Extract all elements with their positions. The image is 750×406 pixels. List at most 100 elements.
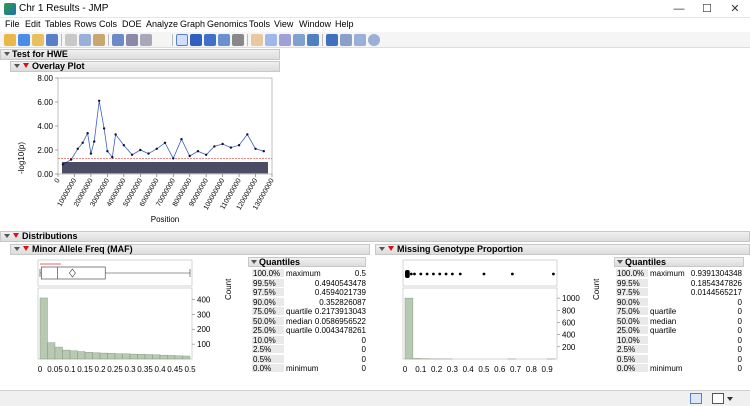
magnifier-tool-icon[interactable]: [293, 34, 305, 46]
overlay-point: [196, 150, 200, 153]
close-button[interactable]: ✕: [721, 0, 749, 18]
quantile-row: 99.5% 0.4940543478: [252, 278, 370, 288]
paste-icon[interactable]: [93, 34, 105, 46]
quantile-percent: 25.0%: [252, 326, 284, 335]
menu-analyze[interactable]: Analyze: [146, 19, 178, 29]
red-triangle-menu-icon[interactable]: [13, 233, 19, 238]
overlay-point: [147, 152, 150, 155]
maf-header[interactable]: Minor Allele Freq (MAF): [10, 244, 370, 255]
quantile-row: 0.0% minimum 0: [252, 364, 370, 373]
arrow-tool-icon[interactable]: [176, 34, 188, 46]
new-script-icon[interactable]: [18, 34, 30, 46]
overlay-ytick-label: 8.00: [37, 74, 53, 83]
save-icon[interactable]: [46, 34, 58, 46]
layout-icon[interactable]: [140, 34, 152, 46]
help-tool-icon[interactable]: [190, 34, 202, 46]
missing-header[interactable]: Missing Genotype Proportion: [375, 244, 750, 255]
quantile-row: 99.5% 0.1854347826: [616, 278, 746, 288]
missing-quantiles-title: Quantiles: [625, 257, 667, 267]
red-triangle-menu-icon[interactable]: [23, 63, 29, 68]
selection-tool-icon[interactable]: [204, 34, 216, 46]
window-list-icon[interactable]: [712, 393, 724, 404]
quantile-row: 10.0% 0: [616, 335, 746, 345]
overlay-point: [262, 150, 265, 153]
quantile-row: 90.0% 0: [616, 297, 746, 307]
menu-doe[interactable]: DOE: [122, 19, 142, 29]
hand-tool-icon[interactable]: [251, 34, 263, 46]
annotate-tool-icon[interactable]: [326, 34, 338, 46]
missing-quantiles-table: 100.0% maximum 0.9391304348 99.5% 0.18543478…: [616, 269, 746, 374]
overlay-point: [76, 147, 79, 150]
status-bar: [0, 390, 750, 406]
minimize-button[interactable]: —: [665, 0, 693, 18]
polygon-tool-icon[interactable]: [354, 34, 366, 46]
histogram-bar: [47, 342, 56, 360]
histogram-xtick-label: 0.15: [77, 365, 93, 374]
menu-genomics[interactable]: Genomics: [207, 19, 248, 29]
histogram-xtick-label: 0.8: [526, 365, 538, 374]
copy-icon[interactable]: [79, 34, 91, 46]
cut-icon[interactable]: [65, 34, 77, 46]
menu-help[interactable]: Help: [335, 19, 354, 29]
menu-window[interactable]: Window: [299, 19, 331, 29]
maf-quantiles-header[interactable]: Quantiles: [248, 257, 366, 267]
quantile-value: 0: [737, 354, 742, 364]
overlay-point: [89, 152, 93, 155]
red-triangle-menu-icon[interactable]: [388, 246, 394, 251]
count-tick-label: 200: [197, 325, 211, 334]
quantile-percent: 100.0%: [252, 269, 284, 278]
quantile-percent: 0.0%: [616, 364, 648, 373]
menu-rows[interactable]: Rows: [74, 19, 97, 29]
new-data-table-icon[interactable]: [4, 34, 16, 46]
quantile-percent: 97.5%: [252, 288, 284, 297]
quantile-row: 50.0% median 0.0586956522: [252, 316, 370, 326]
overlay-ytick-label: 0.00: [37, 170, 53, 179]
overlay-point: [246, 133, 249, 136]
histogram-bar: [167, 355, 176, 360]
distributions-header[interactable]: Distributions: [0, 231, 750, 242]
overlay-ytick-label: 2.00: [37, 146, 53, 155]
missing-title: Missing Genotype Proportion: [397, 244, 524, 254]
quantile-label: quartile: [650, 326, 677, 335]
histogram-bar: [174, 355, 183, 360]
chevron-down-icon[interactable]: [727, 397, 733, 401]
overlay-plot-header[interactable]: Overlay Plot: [10, 61, 280, 72]
overlay-point: [93, 140, 96, 143]
quantile-value: 0.352826087: [319, 297, 366, 307]
overlay-ylabel: -log10(p): [17, 142, 26, 174]
outlier-point: [510, 272, 514, 276]
overlay-point: [130, 153, 134, 156]
scroller-tool-icon[interactable]: [218, 34, 230, 46]
quantile-label: median: [286, 316, 313, 326]
overlay-plot-title: Overlay Plot: [32, 61, 85, 71]
menu-tables[interactable]: Tables: [45, 19, 71, 29]
menu-graph[interactable]: Graph: [180, 19, 205, 29]
menu-tools[interactable]: Tools: [249, 19, 270, 29]
open-file-icon[interactable]: [32, 34, 44, 46]
menu-file[interactable]: File: [5, 19, 20, 29]
data-table-icon[interactable]: [112, 34, 124, 46]
histogram-bar: [54, 346, 63, 360]
missing-quantiles-header[interactable]: Quantiles: [614, 257, 744, 267]
home-window-icon[interactable]: [690, 393, 702, 404]
missing-count-label: Count: [592, 278, 601, 300]
quantile-percent: 0.5%: [252, 354, 284, 364]
menu-cols[interactable]: Cols: [99, 19, 117, 29]
line-tool-icon[interactable]: [340, 34, 352, 46]
quantile-value: 0.4940543478: [314, 278, 366, 288]
quantile-value: 0: [361, 354, 366, 364]
maximize-button[interactable]: ☐: [693, 0, 721, 18]
red-triangle-menu-icon[interactable]: [23, 246, 29, 251]
distributions-title: Distributions: [22, 231, 78, 241]
test-for-hwe-header[interactable]: Test for HWE: [0, 49, 280, 60]
lasso-tool-icon[interactable]: [279, 34, 291, 46]
crosshair-tool-icon[interactable]: [232, 34, 244, 46]
report-icon[interactable]: [126, 34, 138, 46]
brush-tool-icon[interactable]: [265, 34, 277, 46]
missing-histogram: 0 0.1 0.2 0.3 0.4 0.5 0.6 0.7 0.8 0.9 1000 800 600 40…: [395, 256, 615, 376]
menu-edit[interactable]: Edit: [25, 19, 41, 29]
plus-tool-icon[interactable]: [307, 34, 319, 46]
overlay-point: [204, 153, 208, 156]
menu-view[interactable]: View: [274, 19, 293, 29]
oval-tool-icon[interactable]: [368, 34, 380, 46]
